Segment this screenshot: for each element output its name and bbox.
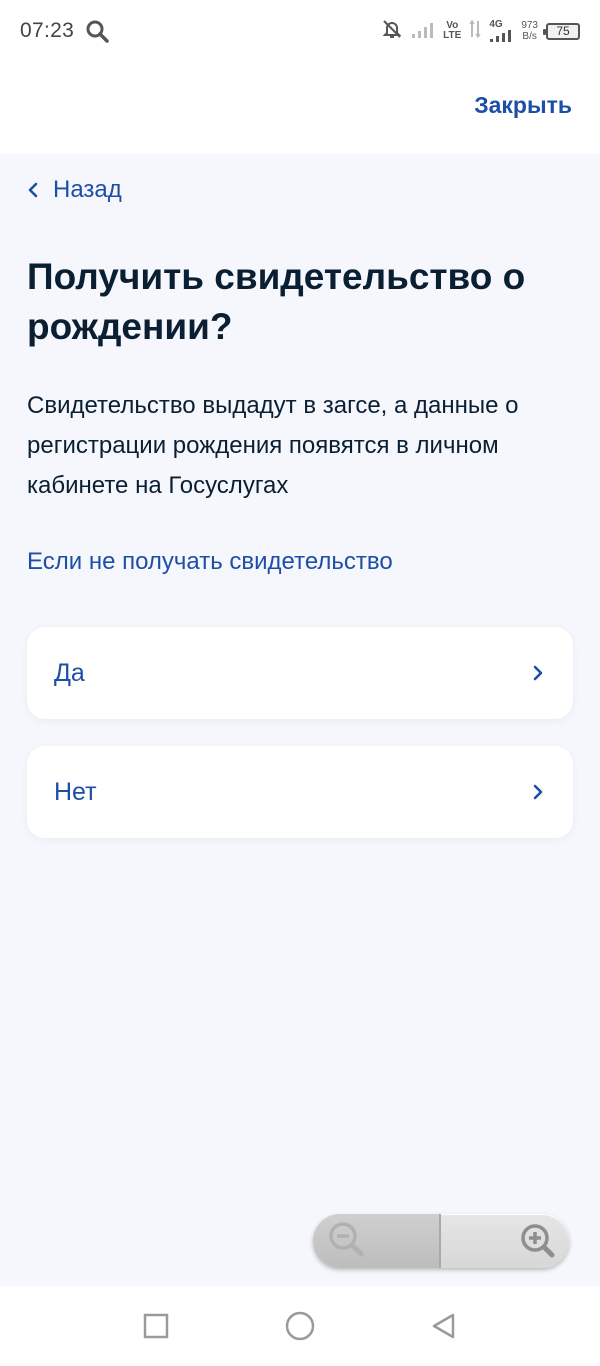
system-nav-bar	[0, 1286, 600, 1366]
option-yes[interactable]: Да	[27, 627, 573, 719]
net-speed: 973 B/s	[521, 20, 538, 42]
battery-level: 75	[556, 24, 570, 38]
zoom-in-icon	[517, 1220, 555, 1263]
chevron-right-icon	[530, 782, 546, 802]
home-icon[interactable]	[284, 1310, 316, 1342]
zoom-in-button[interactable]	[441, 1214, 569, 1268]
status-bar: 07:23 Vo LTE 4G 973 B/s 75	[0, 0, 600, 62]
volte-bottom: LTE	[443, 30, 462, 41]
chevron-left-icon	[27, 180, 43, 200]
search-icon	[84, 18, 110, 44]
signal-4g-icon: 4G	[489, 20, 513, 42]
option-label: Да	[54, 658, 85, 687]
network-type: 4G	[489, 19, 503, 30]
screen: 07:23 Vo LTE 4G 973 B/s 75 Закрыть Назад…	[0, 0, 600, 1366]
page-title: Получить свидетельство о рождении?	[27, 256, 526, 347]
no-certificate-info-link[interactable]: Если не получать свидетельство	[27, 548, 393, 576]
option-label: Нет	[54, 777, 97, 806]
back-button[interactable]: Назад	[27, 176, 122, 204]
battery-icon: 75	[543, 22, 580, 40]
zoom-control	[313, 1214, 569, 1268]
zoom-out-button[interactable]	[313, 1214, 441, 1268]
recent-apps-icon[interactable]	[140, 1310, 172, 1342]
net-speed-value: 973	[521, 20, 538, 31]
description: Свидетельство выдадут в загсе, а данные …	[27, 392, 519, 499]
chevron-right-icon	[530, 663, 546, 683]
back-icon[interactable]	[428, 1310, 460, 1342]
back-label: Назад	[53, 176, 122, 203]
signal-icon	[411, 20, 435, 43]
option-no[interactable]: Нет	[27, 746, 573, 838]
close-button[interactable]: Закрыть	[474, 92, 572, 119]
data-arrows-icon	[469, 19, 481, 44]
bell-off-icon	[381, 18, 403, 45]
status-icons: Vo LTE 4G 973 B/s 75	[381, 18, 580, 45]
net-speed-unit: B/s	[522, 31, 537, 42]
top-header: Закрыть	[0, 62, 600, 154]
status-time: 07:23	[20, 19, 75, 42]
volte-indicator: Vo LTE	[443, 21, 461, 41]
zoom-out-icon	[327, 1220, 365, 1263]
